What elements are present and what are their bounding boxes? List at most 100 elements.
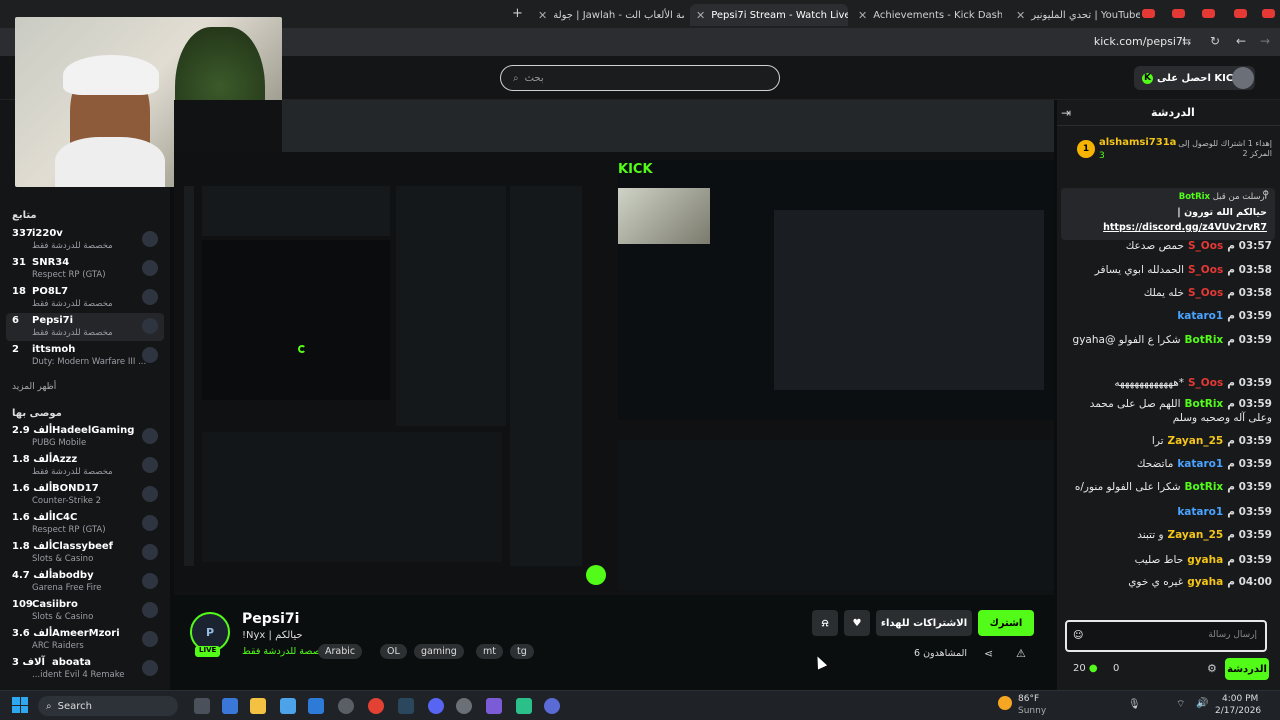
- chrome-icon[interactable]: [368, 698, 384, 714]
- stream-tag[interactable]: tg: [510, 644, 534, 659]
- message-user[interactable]: Zayan_25: [1168, 529, 1224, 541]
- pinned-message: أرسلت من قبل BotRix حيالكم الله تورون | …: [1061, 188, 1275, 240]
- chat-input[interactable]: إرسال رسالة ☺: [1065, 620, 1267, 652]
- heart-icon[interactable]: ♥: [844, 610, 870, 636]
- app-icon[interactable]: [486, 698, 502, 714]
- stream-tag[interactable]: mt: [476, 644, 503, 659]
- reload-icon[interactable]: ↻: [1210, 34, 1220, 48]
- follow-button[interactable]: اشترك: [978, 610, 1034, 636]
- pinned-link[interactable]: https://discord.gg/z4VUv2rvR7: [1103, 222, 1267, 233]
- stream-tag[interactable]: gaming: [414, 644, 464, 659]
- tab-youtube[interactable]: ✕تحدي المليونير | YouTube - Challenge: [1010, 4, 1140, 26]
- app-icon[interactable]: [516, 698, 532, 714]
- stream-tag[interactable]: OL: [380, 644, 407, 659]
- channel-avatar: [142, 457, 158, 473]
- report-icon[interactable]: ⚠: [1016, 647, 1026, 660]
- channel-avatar: [142, 631, 158, 647]
- tab-pepsi7i[interactable]: ✕Pepsi7i Stream - Watch Live onK: [690, 4, 848, 26]
- recommended-item[interactable]: 3 آلاف aboata ...ident Evil 4 Remake: [6, 655, 164, 683]
- share-icon[interactable]: ⋖: [984, 647, 993, 660]
- channel-name: aboata: [52, 657, 92, 668]
- points-count: 20 ●: [1073, 663, 1098, 674]
- chat-panel: الدردشة ⇥ 1 alshamsi731a 3 إهداء 1 اشترا…: [1057, 100, 1280, 690]
- recommended-item[interactable]: 1.8 ألف Azzz مخصصة للدردشة فقط: [6, 452, 164, 480]
- obs-icon[interactable]: [338, 698, 354, 714]
- youtube-icon[interactable]: [1202, 8, 1215, 21]
- tab-options-icon[interactable]: ⇆: [1182, 35, 1191, 48]
- back-icon[interactable]: ←: [1236, 34, 1246, 48]
- bell-icon[interactable]: ⍾: [812, 610, 838, 636]
- channel-avatar: [142, 289, 158, 305]
- following-item[interactable]: 337 i220v مخصصة للدردشة فقط: [6, 226, 164, 254]
- following-item[interactable]: 2 ittsmoh Duty: Modern Warfare III ...: [6, 342, 164, 370]
- message-user[interactable]: kataro1: [1177, 310, 1223, 322]
- volume-icon[interactable]: 🔊: [1196, 698, 1208, 709]
- youtube-icon[interactable]: [1234, 8, 1247, 21]
- channel-category: Respect RP (GTA): [32, 270, 106, 280]
- app-icon[interactable]: [222, 698, 238, 714]
- stream-tag[interactable]: Arabic: [318, 644, 363, 659]
- following-item[interactable]: 18 PO8L7 مخصصة للدردشة فقط: [6, 284, 164, 312]
- leader-name[interactable]: alshamsi731a: [1099, 137, 1176, 148]
- youtube-icon[interactable]: [1142, 8, 1155, 21]
- recommended-item[interactable]: 4.7 ألف abodby Garena Free Fire: [6, 568, 164, 596]
- recommended-item[interactable]: 2.9 ألف HadeelGaming PUBG Mobile: [6, 423, 164, 451]
- recommended-item[interactable]: 1.6 ألف BOND17 Counter-Strike 2: [6, 481, 164, 509]
- collapse-chat-icon[interactable]: ⇥: [1061, 106, 1071, 120]
- leaderboard-rank-icon: 1: [1077, 140, 1095, 158]
- show-more-link[interactable]: أظهر المزيد: [12, 382, 56, 392]
- channel-name: abodby: [52, 570, 94, 581]
- tab-jawlah[interactable]: ✕جولة | Jawlah - منصة الألعاب الت: [532, 4, 684, 26]
- forward-icon[interactable]: →: [1260, 34, 1270, 48]
- recommended-item[interactable]: 1.8 ألف Classybeef Slots & Casino: [6, 539, 164, 567]
- folder-icon[interactable]: [250, 698, 266, 714]
- message-user[interactable]: gyaha: [1187, 576, 1223, 588]
- youtube-icon[interactable]: [1262, 8, 1275, 21]
- taskbar-search[interactable]: ⌕ Search: [38, 696, 178, 716]
- following-item[interactable]: 6 Pepsi7i مخصصة للدردشة فقط: [6, 313, 164, 341]
- chat-settings-icon[interactable]: ⚙: [1207, 662, 1217, 675]
- message-user[interactable]: S_Oos: [1188, 287, 1223, 299]
- steam-icon[interactable]: [398, 698, 414, 714]
- recommended-item[interactable]: 1.6 ألف IC4C Respect RP (GTA): [6, 510, 164, 538]
- message-user[interactable]: S_Oos: [1188, 377, 1223, 389]
- streamer-name[interactable]: Pepsi7i: [242, 611, 299, 627]
- mic-icon[interactable]: 🎙: [1128, 699, 1141, 710]
- task-view-icon[interactable]: [194, 698, 210, 714]
- channel-name: HadeelGaming: [52, 425, 135, 436]
- message-user[interactable]: Zayan_25: [1168, 435, 1224, 447]
- outlook-icon[interactable]: [308, 698, 324, 714]
- message-user[interactable]: S_Oos: [1188, 264, 1223, 276]
- network-icon[interactable]: ⌔: [1176, 698, 1185, 711]
- message-user[interactable]: BotRix: [1185, 334, 1224, 346]
- emoji-icon[interactable]: ☺: [1073, 630, 1083, 641]
- discord-icon[interactable]: [428, 698, 444, 714]
- chat-send-button[interactable]: الدردشة: [1225, 658, 1269, 680]
- chat-message: 03:59 مBotRix شكرا على الفولو منور/ه: [1067, 480, 1272, 494]
- github-icon[interactable]: [456, 698, 472, 714]
- channel-category: Slots & Casino: [32, 612, 94, 622]
- message-user[interactable]: kataro1: [1177, 458, 1223, 470]
- message-user[interactable]: gyaha: [1187, 554, 1223, 566]
- following-item[interactable]: 31 SNR34 Respect RP (GTA): [6, 255, 164, 283]
- windows-start-icon[interactable]: [12, 697, 28, 713]
- video-player[interactable]: KICK: [174, 100, 1054, 595]
- search-input[interactable]: ⌕ بحث: [500, 65, 780, 91]
- search-icon: ⌕: [513, 72, 519, 84]
- tab-achievements[interactable]: ✕Achievements - Kick DashboardK: [852, 4, 1002, 26]
- youtube-icon[interactable]: [1172, 8, 1185, 21]
- channel-avatar: [142, 260, 158, 276]
- user-avatar[interactable]: [1232, 67, 1254, 89]
- store-icon[interactable]: [280, 698, 296, 714]
- message-user[interactable]: kataro1: [1177, 506, 1223, 518]
- message-user[interactable]: BotRix: [1185, 398, 1224, 410]
- app-icon[interactable]: [544, 698, 560, 714]
- recommended-item[interactable]: 109 Casiibro Slots & Casino: [6, 597, 164, 625]
- message-user[interactable]: BotRix: [1185, 481, 1224, 493]
- channel-category: مخصصة للدردشة فقط: [32, 328, 113, 338]
- new-tab-icon[interactable]: +: [512, 6, 523, 21]
- url-text[interactable]: kick.com/pepsi7i: [1094, 35, 1186, 48]
- recommended-item[interactable]: 3.6 ألف AmeerMzori ARC Raiders: [6, 626, 164, 654]
- gift-subs-button[interactable]: الاشتراكات للهداء: [876, 610, 972, 636]
- message-user[interactable]: S_Oos: [1188, 240, 1223, 252]
